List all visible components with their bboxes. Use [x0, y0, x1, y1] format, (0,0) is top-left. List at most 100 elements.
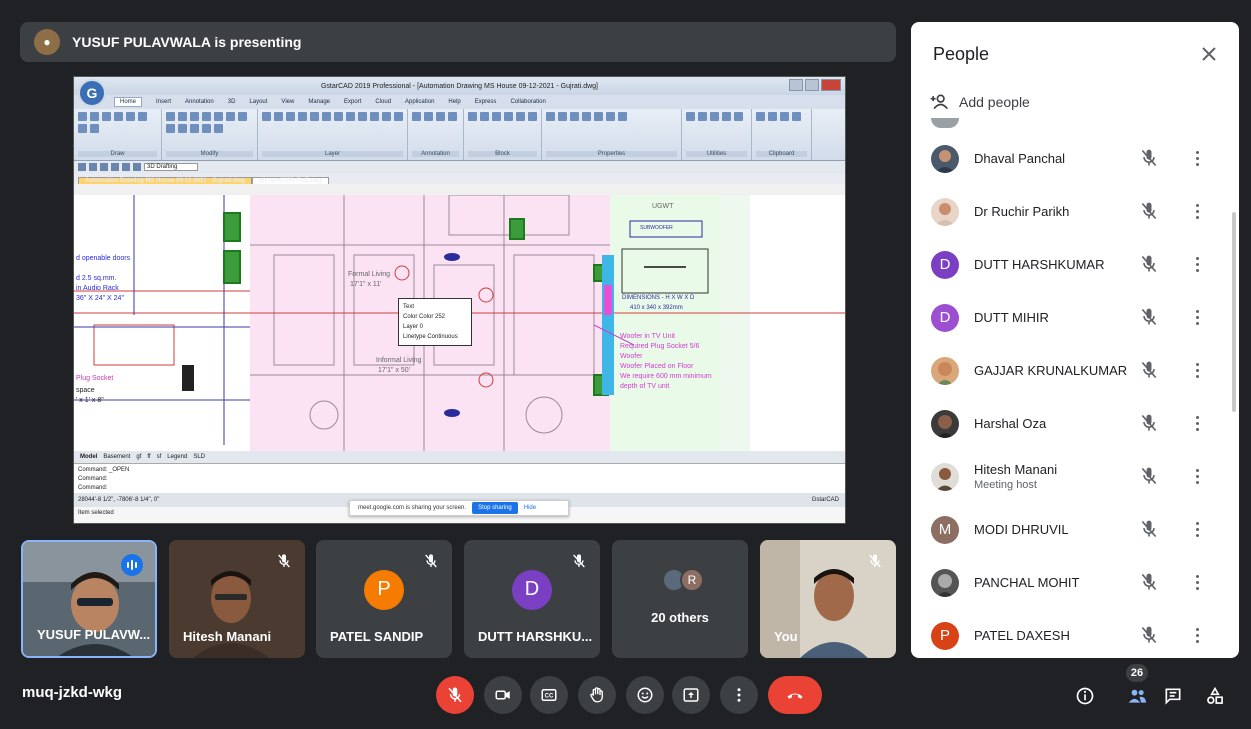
person-row[interactable]: D DUTT MIHIR — [911, 291, 1239, 344]
person-row[interactable]: D DUTT HARSHKUMAR — [911, 238, 1239, 291]
camera-toggle-button[interactable] — [484, 676, 522, 714]
raise-hand-button[interactable] — [578, 676, 616, 714]
cad-title: GstarCAD 2019 Professional - [Automation… — [320, 82, 599, 90]
screen-share-notice: meet.google.com is sharing your screen. … — [349, 500, 569, 516]
more-options-button[interactable] — [720, 676, 758, 714]
partial-avatar — [931, 118, 959, 128]
drawing-label: 17'1" x 11' — [350, 281, 382, 288]
drawing-label: DIMENSIONS - H X W X D — [622, 295, 695, 301]
more-options-icon[interactable] — [1189, 466, 1205, 486]
person-row[interactable]: M MODI DHRUVIL — [911, 503, 1239, 556]
hide-notice-link: Hide — [523, 505, 537, 511]
layout-tab: sf — [156, 454, 162, 460]
more-vert-icon — [737, 688, 741, 702]
tooltip-line: Color Color 252 — [403, 314, 446, 320]
activities-button[interactable] — [1202, 683, 1228, 709]
cad-selection-status: Item selected — [78, 510, 114, 516]
more-options-icon[interactable] — [1189, 625, 1205, 645]
cad-window-buttons — [789, 79, 841, 91]
layout-tab: Model — [80, 454, 98, 460]
person-row[interactable]: Hitesh Manani Meeting host — [911, 450, 1239, 503]
mic-toggle-button[interactable] — [436, 676, 474, 714]
leave-call-button[interactable] — [768, 676, 822, 714]
add-people-label: Add people — [959, 94, 1030, 110]
tooltip-line: Linetype Continuous — [403, 334, 458, 340]
person-name: Dhaval Panchal — [974, 151, 1066, 166]
share-notice-text: meet.google.com is sharing your screen. — [358, 505, 467, 511]
chat-icon — [1165, 688, 1181, 705]
mic-off-icon — [1141, 626, 1157, 644]
mic-off-icon — [1141, 414, 1157, 432]
person-name: GAJJAR KRUNALKUMAR — [974, 363, 1128, 378]
present-button[interactable] — [672, 676, 710, 714]
chat-button[interactable] — [1160, 683, 1186, 709]
avatar — [931, 409, 959, 438]
drawing-label: d 2.5 sq.mm. — [76, 275, 117, 282]
participant-tile-patel-sandip[interactable]: P PATEL SANDIP — [316, 540, 452, 658]
person-name: PANCHAL MOHIT — [974, 575, 1080, 590]
person-row[interactable]: P PATEL DAXESH — [911, 609, 1239, 658]
speaking-indicator-icon — [121, 554, 143, 576]
more-options-icon[interactable] — [1189, 360, 1205, 380]
close-icon — [1202, 47, 1216, 61]
person-row[interactable]: Dhaval Panchal — [911, 132, 1239, 185]
person-row[interactable]: Harshal Oza — [911, 397, 1239, 450]
person-row[interactable]: GAJJAR KRUNALKUMAR — [911, 344, 1239, 397]
command-line-row: Command: _OPEN — [78, 467, 130, 473]
avatar: D — [931, 250, 959, 279]
cad-menu-item: Cloud — [375, 99, 392, 105]
drawing-label: Woofer — [620, 353, 643, 360]
avatar — [931, 568, 959, 597]
cad-menu-item: Insert — [156, 99, 172, 105]
more-options-icon[interactable] — [1189, 519, 1205, 539]
others-count: 20 others — [651, 610, 709, 625]
people-button[interactable] — [1124, 683, 1150, 709]
drawing-label: SUBWOOFER — [640, 225, 673, 231]
ribbon-group-label: Layer — [262, 151, 403, 157]
tile-name: You — [774, 629, 798, 644]
drawing-label: We require 600 mm minimum — [620, 373, 712, 380]
person-name: MODI DHRUVIL — [974, 522, 1069, 537]
drawing-label: Required Plug Socket 5/6 — [620, 343, 700, 350]
ribbon-group-label: Properties — [546, 151, 677, 157]
mic-off-icon — [1141, 361, 1157, 379]
raise-hand-icon — [590, 687, 603, 703]
more-options-icon[interactable] — [1189, 148, 1205, 168]
cad-file-tab: Automation Drawing MS House 09-12-2021 -… — [78, 177, 253, 184]
more-options-icon[interactable] — [1189, 201, 1205, 221]
close-panel-button[interactable] — [1197, 42, 1221, 66]
meeting-details-button[interactable] — [1072, 683, 1098, 709]
cad-property-tooltip: Text Color Color 252 Layer 0 Linetype Co… — [398, 298, 472, 346]
participant-tile-hitesh[interactable]: Hitesh Manani — [169, 540, 305, 658]
more-options-icon[interactable] — [1189, 413, 1205, 433]
mic-off-icon — [1141, 255, 1157, 273]
avatar — [931, 197, 959, 226]
meeting-code: muq-jzkd-wkg — [22, 684, 122, 701]
more-options-icon[interactable] — [1189, 572, 1205, 592]
people-icon — [1128, 689, 1147, 703]
participant-tile-dutt[interactable]: D DUTT HARSHKU... — [464, 540, 600, 658]
present-screen-icon — [683, 688, 699, 702]
drawing-label: 410 x 340 x 392mm — [630, 305, 683, 311]
person-row[interactable]: PANCHAL MOHIT — [911, 556, 1239, 609]
participant-tile-you[interactable]: You — [760, 540, 896, 658]
cad-file-tab: MY MASTER FILE.dwg — [252, 177, 329, 184]
person-name: PATEL DAXESH — [974, 628, 1070, 643]
people-scrollbar[interactable] — [1232, 212, 1236, 412]
drawing-label: ' x 1' x 8" — [76, 397, 104, 404]
drawing-label: Plug Socket — [76, 375, 114, 382]
mic-off-icon — [420, 550, 442, 572]
people-panel: People Add people Dhaval Panchal Dr Ruch… — [911, 22, 1239, 658]
cad-menu-item: Help — [448, 99, 461, 105]
participant-tile-others[interactable]: R 20 others — [612, 540, 748, 658]
add-people-button[interactable]: Add people — [929, 92, 1030, 112]
more-options-icon[interactable] — [1189, 307, 1205, 327]
participant-tile-yusuf[interactable]: YUSUF PULAVW... — [21, 540, 157, 658]
captions-button[interactable]: CC — [530, 676, 568, 714]
avatar-letter: D — [512, 569, 552, 610]
more-options-icon[interactable] — [1189, 254, 1205, 274]
ribbon-group-label: Clipboard — [756, 151, 807, 157]
person-row[interactable]: Dr Ruchir Parikh — [911, 185, 1239, 238]
host-label: Meeting host — [974, 479, 1037, 491]
reactions-button[interactable] — [626, 676, 664, 714]
